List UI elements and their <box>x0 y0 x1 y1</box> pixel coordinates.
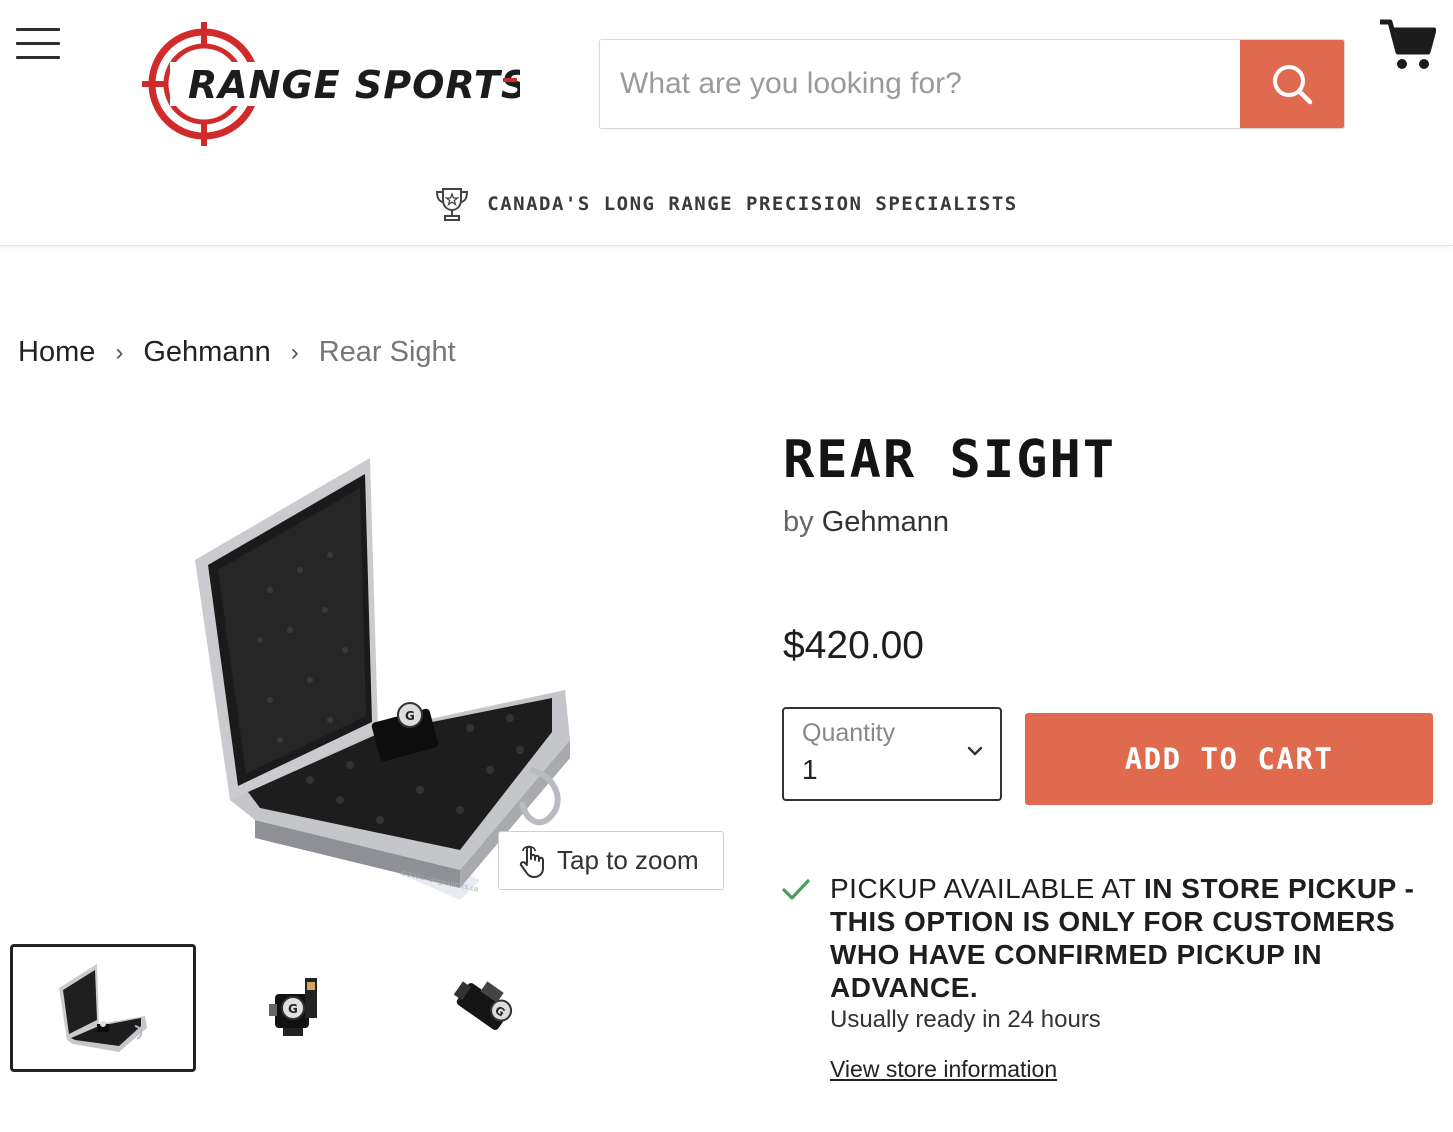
chevron-down-icon <box>967 746 983 756</box>
thumbnail-strip: G G <box>10 944 580 1072</box>
svg-text:G: G <box>405 709 415 723</box>
search-bar <box>599 39 1345 129</box>
menu-icon[interactable] <box>16 28 60 62</box>
vendor-link[interactable]: Gehmann <box>822 506 949 538</box>
tap-to-zoom-button[interactable]: Tap to zoom <box>498 831 724 890</box>
svg-text:RANGE SPORTS: RANGE SPORTS <box>188 63 520 107</box>
view-store-information-link[interactable]: View store information <box>830 1056 1057 1083</box>
search-button[interactable] <box>1240 40 1344 128</box>
pickup-availability: Pickup available at In Store Pickup - Th… <box>830 872 1430 1004</box>
quantity-select[interactable]: Quantity 1 <box>782 707 1002 801</box>
svg-text:G: G <box>288 1002 298 1016</box>
product-vendor: by Gehmann <box>783 506 949 539</box>
breadcrumb: Home › Gehmann › Rear Sight <box>18 336 456 369</box>
quantity-label: Quantity <box>802 719 896 747</box>
cart-icon[interactable] <box>1378 16 1437 72</box>
vendor-prefix: by <box>783 506 814 538</box>
site-header: RANGE SPORTS CANADA'S LONG <box>0 0 1453 246</box>
check-icon <box>782 879 810 900</box>
site-logo[interactable]: RANGE SPORTS <box>140 22 528 146</box>
add-to-cart-button[interactable]: ADD TO CART <box>1025 713 1433 805</box>
tagline-bar: CANADA'S LONG RANGE PRECISION SPECIALIST… <box>0 182 1453 226</box>
product-price: $420.00 <box>783 624 924 667</box>
chevron-right-icon: › <box>290 338 299 366</box>
product-title: REAR SIGHT <box>783 430 1117 490</box>
quantity-value: 1 <box>802 754 818 785</box>
pickup-ready-time: Usually ready in 24 hours <box>830 1006 1101 1033</box>
tap-hand-icon <box>519 845 544 878</box>
breadcrumb-home[interactable]: Home <box>18 336 95 369</box>
thumbnail-3[interactable]: G <box>394 944 580 1072</box>
trophy-icon <box>436 188 469 221</box>
breadcrumb-current: Rear Sight <box>318 336 456 368</box>
tap-to-zoom-label: Tap to zoom <box>557 845 699 875</box>
search-icon <box>1273 65 1313 105</box>
tagline-text: CANADA'S LONG RANGE PRECISION SPECIALIST… <box>487 193 1018 215</box>
thumbnail-1[interactable] <box>10 944 196 1072</box>
breadcrumb-gehmann[interactable]: Gehmann <box>143 336 270 369</box>
thumbnail-2[interactable]: G <box>202 944 388 1072</box>
pickup-prefix: Pickup available at <box>830 873 1136 904</box>
search-input[interactable] <box>600 40 1240 128</box>
chevron-right-icon: › <box>115 338 124 366</box>
